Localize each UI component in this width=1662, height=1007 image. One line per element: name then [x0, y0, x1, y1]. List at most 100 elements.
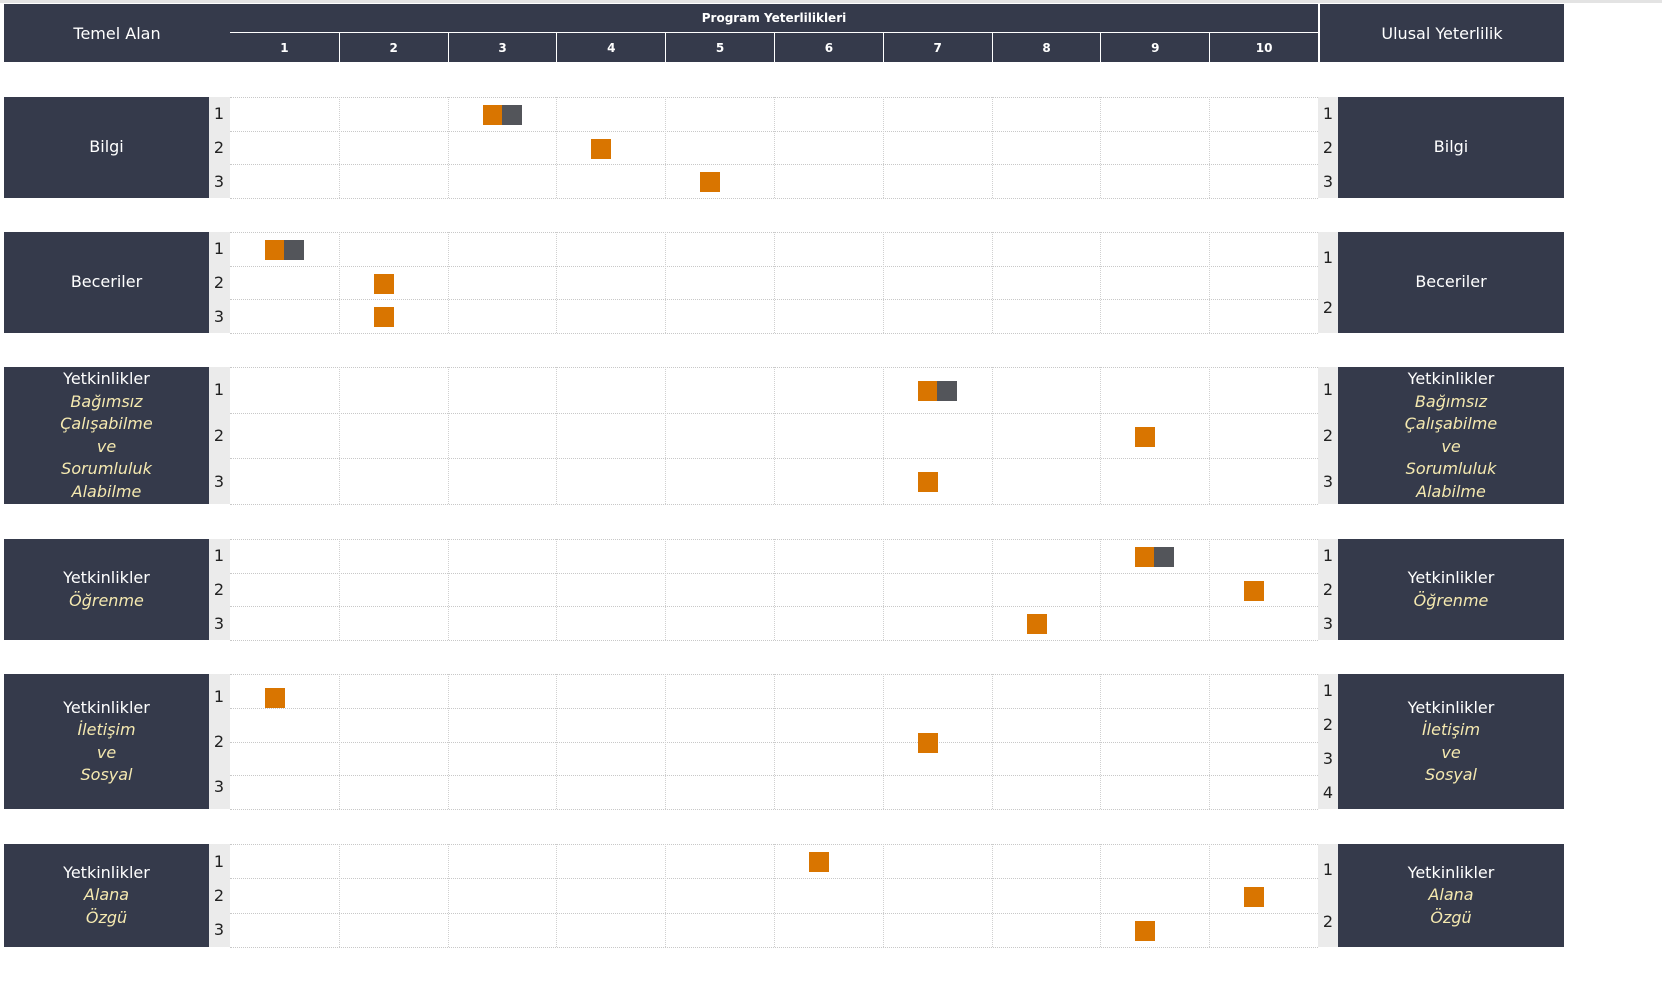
group-title: Yetkinlikler	[63, 862, 150, 882]
grid-col-line	[338, 844, 340, 947]
row-number-left: 2	[213, 732, 225, 751]
mark-primary	[591, 138, 612, 159]
row-number-right: 2	[1322, 715, 1334, 735]
row-number-left: 3	[213, 471, 225, 491]
mark-primary	[917, 380, 938, 401]
grid-col-line	[338, 367, 340, 504]
grid-col-line	[338, 539, 340, 640]
group-subtitle-line: İletişim	[77, 720, 136, 739]
mark-primary	[482, 104, 503, 125]
row-number-right: 1	[1322, 546, 1334, 566]
group-subtitle-line: Bağımsız	[70, 391, 143, 411]
group-label-right: Yetkinlikler Öğrenme	[1338, 539, 1564, 640]
grid-col-line	[665, 539, 667, 640]
group-label-left: Beceriler	[4, 232, 209, 333]
group-subtitle-line: ve	[96, 436, 117, 456]
group-label-right: Bilgi	[1338, 97, 1564, 198]
group-title: Yetkinlikler	[1407, 697, 1495, 717]
group-title: Yetkinlikler	[63, 568, 150, 587]
grid-col-line	[556, 367, 558, 504]
mark-primary	[1026, 614, 1047, 635]
row-number-left: 1	[213, 687, 225, 706]
grid-row-line	[230, 333, 1318, 334]
header-temel-alan: Temel Alan	[4, 4, 230, 62]
row-number-left: 3	[213, 777, 225, 796]
row-number-left: 2	[213, 137, 225, 157]
grid-col-line	[665, 367, 667, 504]
row-number-left: 1	[213, 239, 225, 259]
group-title: Bilgi	[89, 137, 124, 157]
row-number-right: 1	[1322, 247, 1334, 267]
group-subtitle-line: Alana	[83, 885, 130, 905]
row-number-right: 1	[1322, 380, 1334, 400]
group-subtitle-line: Sorumluluk	[1405, 459, 1497, 478]
group-title: Bilgi	[1433, 137, 1469, 157]
mark-primary	[917, 732, 938, 753]
group-title: Yetkinlikler	[1407, 568, 1495, 587]
header-ulusal-yeterlilik: Ulusal Yeterlilik	[1320, 4, 1564, 62]
grid-col-line	[882, 232, 884, 333]
grid-col-line	[991, 674, 993, 809]
grid-col-line	[1209, 97, 1211, 198]
row-number-left: 1	[213, 546, 225, 566]
grid-col-line	[774, 844, 775, 947]
grid-row-line	[230, 809, 1318, 810]
row-number-left: 2	[213, 272, 225, 292]
row-number-right: 1	[1322, 681, 1334, 701]
header-column-4: 4	[556, 33, 666, 62]
grid-col-line	[556, 674, 558, 809]
grid-col-line	[882, 674, 884, 809]
mark-primary	[809, 852, 829, 873]
row-number-left: 1	[213, 851, 225, 871]
grid-col-line	[556, 844, 558, 947]
group-label-right: Yetkinlikler İletişim ve Sosyal	[1338, 674, 1564, 809]
group-subtitle-line: ve	[1441, 436, 1461, 456]
row-number-left: 2	[213, 885, 225, 905]
header-column-8: 8	[991, 33, 1101, 62]
header-column-6: 6	[774, 33, 883, 62]
group-title: Yetkinlikler	[1407, 369, 1495, 388]
mark-primary	[373, 273, 394, 294]
grid-col-line	[1100, 232, 1102, 333]
row-number-left: 3	[213, 613, 225, 633]
mark-secondary	[501, 104, 522, 125]
row-number-right: 3	[1322, 171, 1334, 191]
group-subtitle-line: Özgü	[85, 907, 128, 927]
group-label-right: Beceriler	[1338, 232, 1564, 333]
mark-primary	[373, 307, 394, 328]
group-label-left: Yetkinlikler İletişim ve Sosyal	[4, 674, 209, 809]
grid-row-line	[230, 198, 1318, 199]
group-subtitle-line: Bağımsız	[1414, 391, 1488, 411]
mark-primary	[1244, 580, 1265, 601]
grid-col-line	[1209, 232, 1211, 333]
grid-col-line	[447, 674, 449, 809]
grid-col-line	[991, 539, 993, 640]
row-number-left: 1	[213, 380, 225, 400]
header-column-3: 3	[447, 33, 557, 62]
grid-col-line	[447, 539, 449, 640]
grid-col-line	[447, 367, 449, 504]
grid-col-line	[1100, 844, 1102, 947]
row-number-right: 1	[1322, 860, 1334, 880]
group-title: Beceriler	[1415, 272, 1487, 292]
group-subtitle-line: Sorumluluk	[61, 459, 152, 478]
group-title: Yetkinlikler	[63, 697, 150, 717]
group-title: Yetkinlikler	[63, 369, 150, 388]
group-label-left: Bilgi	[4, 97, 209, 198]
mark-secondary	[936, 380, 957, 401]
grid-col-line	[665, 674, 667, 809]
mark-primary	[265, 239, 285, 260]
group-subtitle-line: Özgü	[1430, 907, 1472, 927]
grid-col-line	[774, 232, 775, 333]
grid-row-line	[230, 640, 1318, 641]
grid-col-line	[1100, 367, 1102, 504]
grid-col-line	[774, 539, 775, 640]
grid-col-line	[447, 97, 449, 198]
row-number-left: 3	[213, 306, 225, 326]
header-program-yeterlilikleri: Program Yeterlilikleri	[230, 4, 1318, 32]
grid-col-line	[665, 844, 667, 947]
grid-row-line	[230, 504, 1318, 505]
group-subtitle-line: Çalışabilme	[60, 414, 153, 433]
group-subtitle-line: Sosyal	[80, 765, 133, 784]
group-label-left: Yetkinlikler Bağımsız Çalışabilme ve Sorumlu…	[4, 367, 209, 504]
